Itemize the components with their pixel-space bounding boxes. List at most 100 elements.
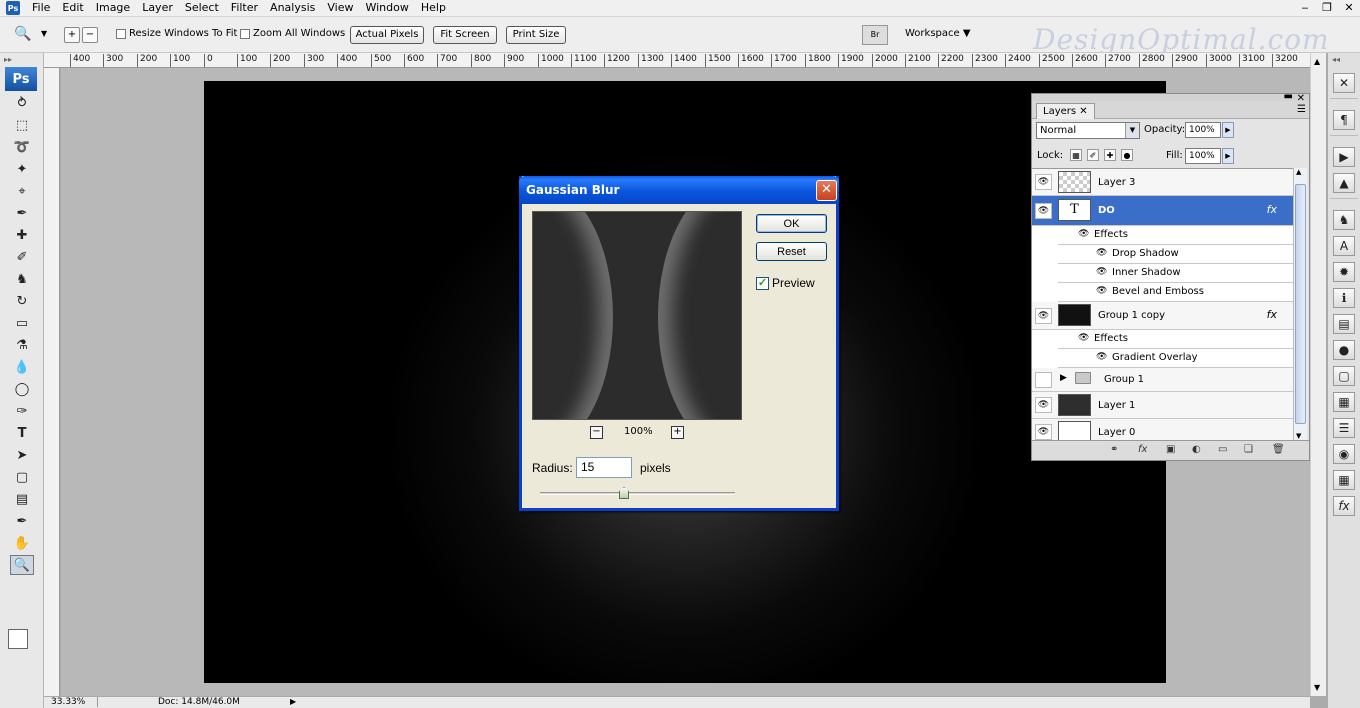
actions-icon[interactable]: ▶ xyxy=(1333,147,1355,167)
status-menu-icon[interactable]: ▶ xyxy=(290,697,296,706)
restore-icon[interactable]: ❐ xyxy=(1320,1,1334,14)
layer-comps-icon[interactable]: ▤ xyxy=(1333,314,1355,334)
scroll-up-icon[interactable]: ▲ xyxy=(1296,168,1301,176)
visibility-eye-icon[interactable]: 👁 xyxy=(1035,174,1052,190)
panel-grip-icon[interactable]: ▸▸ xyxy=(0,53,43,67)
styles-icon[interactable]: ▦ xyxy=(1333,470,1355,490)
color-sampler-tool-icon[interactable]: ✒ xyxy=(10,511,34,531)
blend-mode-select[interactable]: Normal ▼ xyxy=(1036,122,1140,139)
workspace-menu[interactable]: Workspace ▼ xyxy=(905,28,971,39)
hand-tool-icon[interactable]: ✋ xyxy=(10,533,34,553)
panel-menu-icon[interactable]: ☰ xyxy=(1297,104,1306,115)
clone-source-icon[interactable]: ♞ xyxy=(1333,210,1355,230)
visibility-eye-icon[interactable]: 👁 xyxy=(1035,424,1052,440)
foreground-color-swatch[interactable] xyxy=(8,629,28,649)
dock-grip-icon[interactable]: ◂◂ xyxy=(1328,53,1360,67)
reset-button[interactable]: Reset xyxy=(756,242,827,261)
shape-tool-icon[interactable]: ▢ xyxy=(10,467,34,487)
preview-checkbox[interactable]: ✓ Preview xyxy=(756,276,815,290)
menu-view[interactable]: View xyxy=(321,0,359,16)
info-icon[interactable]: ℹ xyxy=(1333,288,1355,308)
color-icon[interactable]: ● xyxy=(1333,340,1355,360)
zoom-tool-active-icon[interactable]: 🔍 xyxy=(10,555,34,575)
visibility-eye-icon[interactable]: 👁 xyxy=(1096,286,1107,296)
zoom-level[interactable]: 33.33% xyxy=(48,697,98,707)
move-tool-icon[interactable]: ⥁ xyxy=(10,93,34,113)
menu-image[interactable]: Image xyxy=(90,0,136,16)
actual-pixels-button[interactable]: Actual Pixels xyxy=(350,26,424,44)
bridge-icon[interactable]: Br xyxy=(862,25,888,45)
lasso-tool-icon[interactable]: ➰ xyxy=(10,137,34,157)
tab-layers[interactable]: Layers ✕ xyxy=(1036,103,1095,119)
delete-layer-icon[interactable]: 🗑 xyxy=(1272,444,1285,455)
brush-tool-icon[interactable]: ✐ xyxy=(10,247,34,267)
lock-position-icon[interactable]: ✚ xyxy=(1104,149,1116,161)
marquee-tool-icon[interactable]: ⬚ xyxy=(10,115,34,135)
tool-preset-caret-icon[interactable]: ▼ xyxy=(41,29,47,38)
zoom-in-icon[interactable]: + xyxy=(64,27,80,43)
effects-group-row[interactable]: 👁 Effects xyxy=(1058,226,1295,245)
new-layer-icon[interactable]: ❏ xyxy=(1244,444,1253,455)
dodge-tool-icon[interactable]: ◯ xyxy=(10,379,34,399)
layer-row-layer0[interactable]: 👁 Layer 0 xyxy=(1032,419,1295,440)
visibility-eye-icon[interactable]: 👁 xyxy=(1078,229,1089,239)
eyedropper-tool-icon[interactable]: ✒ xyxy=(10,203,34,223)
adjustment-layer-icon[interactable]: ◐ xyxy=(1192,444,1201,455)
link-layers-icon[interactable]: ⚭ xyxy=(1110,444,1118,455)
layer-row-layer3[interactable]: 👁 Layer 3 xyxy=(1032,169,1295,196)
visibility-eye-icon[interactable]: 👁 xyxy=(1096,248,1107,258)
resize-windows-checkbox[interactable]: Resize Windows To Fit xyxy=(116,28,237,39)
opacity-input[interactable]: 100% xyxy=(1185,122,1221,138)
healing-brush-tool-icon[interactable]: ✚ xyxy=(10,225,34,245)
menu-window[interactable]: Window xyxy=(359,0,414,16)
radius-input[interactable]: 15 xyxy=(576,457,632,478)
scrollbar-thumb[interactable] xyxy=(1295,184,1306,424)
histogram-icon[interactable]: ▲ xyxy=(1333,173,1355,193)
layer-row-layer1[interactable]: 👁 Layer 1 xyxy=(1032,392,1295,419)
zoom-in-icon[interactable]: + xyxy=(671,426,684,439)
menu-select[interactable]: Select xyxy=(179,0,225,16)
layers-scrollbar[interactable]: ▲ ▼ xyxy=(1293,168,1307,440)
close-icon[interactable]: ✕ xyxy=(1342,1,1356,14)
zoom-out-icon[interactable]: − xyxy=(82,27,98,43)
horizontal-ruler[interactable]: 400 300 200 100 0 100 200 300 400 500 600 700 800 900… xyxy=(44,53,1310,68)
opacity-slider-arrow-icon[interactable]: ▶ xyxy=(1222,122,1234,138)
menu-help[interactable]: Help xyxy=(415,0,452,16)
tools-preset-icon[interactable]: ✕ xyxy=(1333,73,1355,93)
radius-slider-thumb[interactable] xyxy=(619,487,629,499)
add-style-icon[interactable]: fx xyxy=(1138,444,1147,455)
visibility-eye-icon[interactable]: 👁 xyxy=(1096,352,1107,362)
notes-tool-icon[interactable]: ▤ xyxy=(10,489,34,509)
swatches-icon[interactable]: ◉ xyxy=(1333,444,1355,464)
character-icon[interactable]: A xyxy=(1333,236,1355,256)
radius-slider-track[interactable] xyxy=(540,492,735,495)
menu-file[interactable]: File xyxy=(26,0,56,16)
path-selection-tool-icon[interactable]: ➤ xyxy=(10,445,34,465)
visibility-eye-icon[interactable]: 👁 xyxy=(1035,202,1052,219)
layer-row-group1-copy[interactable]: 👁 Group 1 copy fx xyxy=(1032,302,1295,330)
history-icon[interactable]: ☰ xyxy=(1333,418,1355,438)
fit-screen-button[interactable]: Fit Screen xyxy=(433,26,497,44)
lock-transparent-icon[interactable]: ▦ xyxy=(1070,149,1082,161)
layer-effects-icon[interactable]: fx xyxy=(1267,308,1277,321)
visibility-eye-icon[interactable]: 👁 xyxy=(1035,307,1052,324)
paragraph-icon[interactable]: ¶ xyxy=(1333,110,1355,130)
zoom-out-icon[interactable]: − xyxy=(590,426,603,439)
lock-all-icon[interactable]: ● xyxy=(1121,149,1133,161)
dialog-title-bar[interactable]: Gaussian Blur ✕ xyxy=(519,176,839,204)
expand-triangle-icon[interactable]: ▶ xyxy=(1060,373,1067,383)
menu-edit[interactable]: Edit xyxy=(56,0,89,16)
menu-analysis[interactable]: Analysis xyxy=(264,0,321,16)
history-brush-tool-icon[interactable]: ↻ xyxy=(10,291,34,311)
clone-stamp-tool-icon[interactable]: ♞ xyxy=(10,269,34,289)
chevron-down-icon[interactable]: ▼ xyxy=(1125,123,1139,138)
fx-icon[interactable]: fx xyxy=(1333,496,1355,516)
close-tab-icon[interactable]: ✕ xyxy=(1079,106,1087,117)
ok-button[interactable]: OK xyxy=(756,214,827,233)
panel-header[interactable]: ▬ ✕ xyxy=(1032,91,1309,104)
effect-row-gradient-overlay[interactable]: 👁 Gradient Overlay xyxy=(1058,349,1295,368)
scroll-down-icon[interactable]: ▼ xyxy=(1296,432,1301,440)
fill-input[interactable]: 100% xyxy=(1185,148,1221,164)
type-tool-icon[interactable]: T xyxy=(10,423,34,443)
vertical-ruler[interactable] xyxy=(44,68,60,696)
